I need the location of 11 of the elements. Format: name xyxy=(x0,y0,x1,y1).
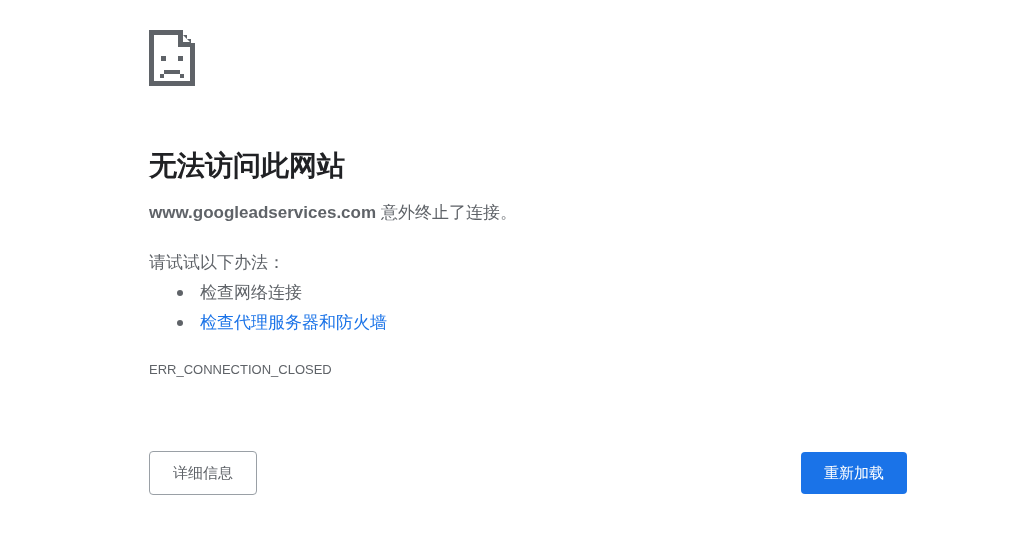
bullet-icon xyxy=(177,290,183,296)
error-code: ERR_CONNECTION_CLOSED xyxy=(149,361,332,379)
error-description: www.googleadservices.com 意外终止了连接。 xyxy=(149,202,517,224)
bullet-icon xyxy=(177,320,183,326)
details-button[interactable]: 详细信息 xyxy=(149,451,257,495)
reload-button[interactable]: 重新加载 xyxy=(801,452,907,494)
sad-page-icon xyxy=(149,30,195,86)
error-title: 无法访问此网站 xyxy=(149,149,345,183)
suggestion-link[interactable]: 检查代理服务器和防火墙 xyxy=(200,311,387,335)
suggestion-text: 检查网络连接 xyxy=(200,282,302,304)
suggestions-heading: 请试试以下办法： xyxy=(149,252,285,274)
